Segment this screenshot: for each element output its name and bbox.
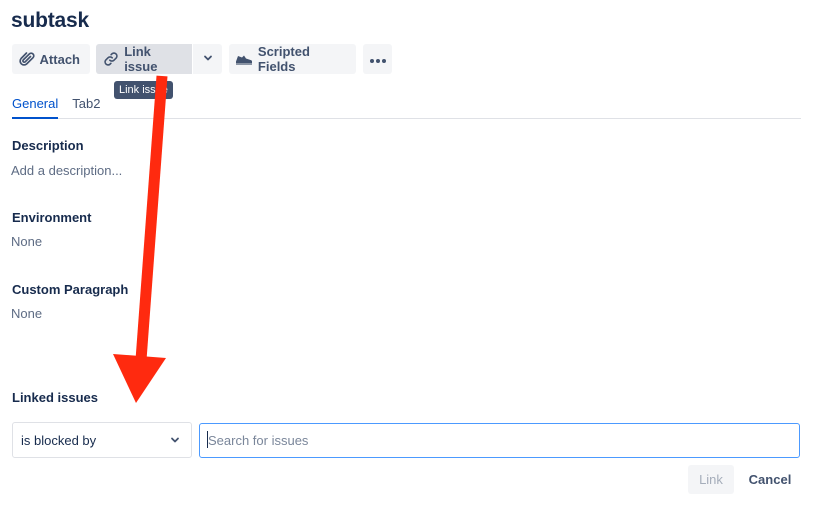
custom-paragraph-value[interactable]: None [11, 306, 42, 321]
environment-label: Environment [12, 210, 92, 225]
scripted-fields-button[interactable]: Scripted Fields [229, 44, 356, 74]
link-type-select[interactable]: is blocked by [12, 422, 192, 458]
custom-paragraph-label: Custom Paragraph [12, 282, 129, 297]
link-issue-label: Link issue [124, 44, 158, 74]
more-icon [369, 52, 387, 67]
issue-search-input[interactable] [199, 423, 800, 458]
issue-title[interactable]: subtask [11, 9, 89, 33]
link-issue-button[interactable]: Link issue [96, 44, 192, 74]
attach-button[interactable]: Attach [12, 44, 90, 74]
link-issue-dropdown-button[interactable] [193, 44, 222, 74]
text-cursor [207, 431, 208, 448]
link-type-value: is blocked by [21, 432, 97, 448]
description-label: Description [12, 138, 84, 153]
shoe-icon [235, 49, 254, 69]
tab-general[interactable]: General [12, 96, 59, 119]
chevron-down-icon [202, 52, 214, 67]
paperclip-icon [18, 49, 36, 69]
more-actions-button[interactable] [363, 44, 392, 74]
linked-issues-label: Linked issues [12, 390, 98, 405]
scripted-fields-label: Scripted Fields [257, 44, 310, 74]
link-issue-group: Link issue [96, 44, 222, 74]
chevron-down-icon [169, 434, 181, 449]
environment-value[interactable]: None [11, 234, 42, 249]
link-submit-button[interactable]: Link [688, 465, 734, 494]
issue-toolbar: Attach Link issue Scripted Fields [12, 44, 392, 74]
tab-bar: General Tab2 [12, 96, 801, 119]
description-value[interactable]: Add a description... [11, 163, 122, 178]
attach-label: Attach [39, 51, 80, 67]
link-icon [102, 49, 120, 69]
tab-tab2[interactable]: Tab2 [72, 96, 100, 119]
cancel-button[interactable]: Cancel [741, 465, 799, 494]
